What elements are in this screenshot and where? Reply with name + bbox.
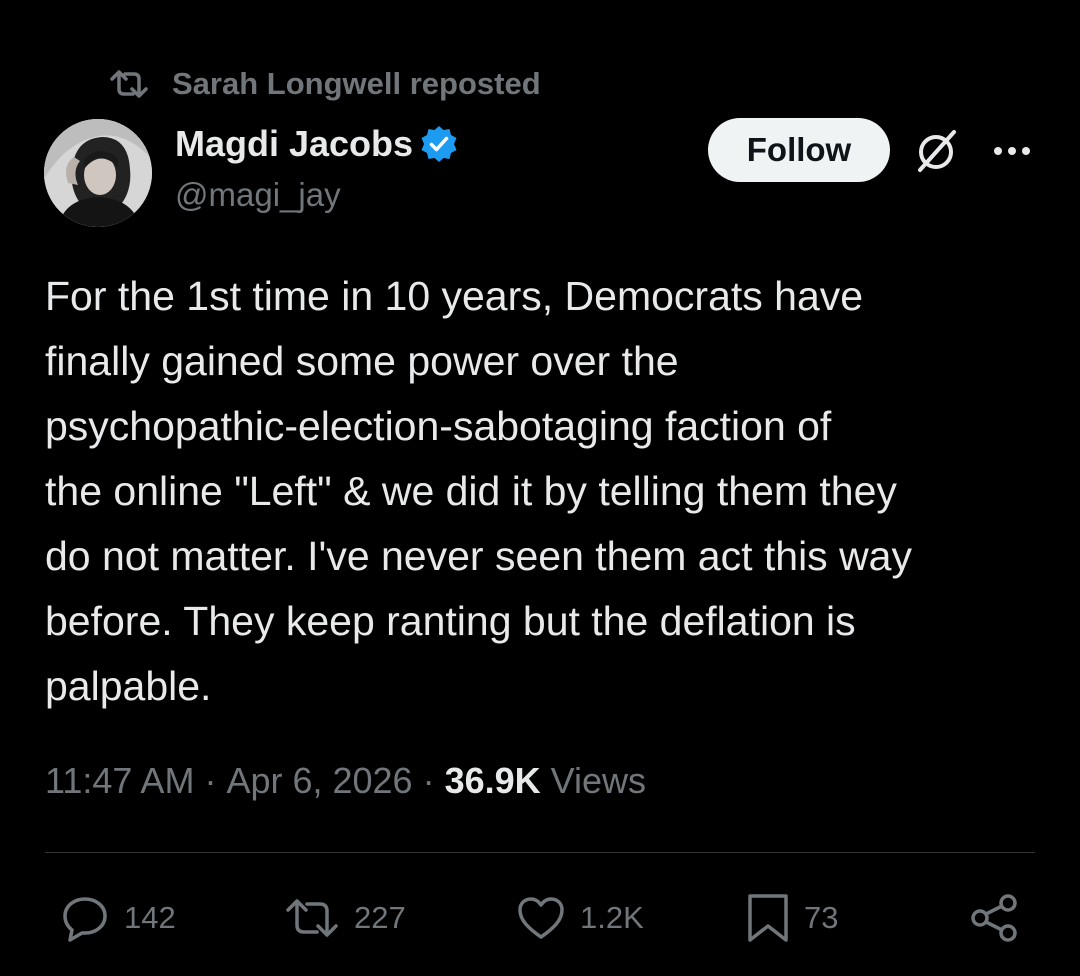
author-name-row[interactable]: Magdi Jacobs: [175, 120, 459, 168]
bookmark-count: 73: [804, 900, 839, 935]
repost-button[interactable]: 227: [284, 890, 406, 946]
reply-icon: [63, 897, 107, 942]
divider: [45, 852, 1035, 853]
reply-count: 142: [124, 900, 176, 935]
meta-separator: ·: [194, 760, 227, 801]
reply-button[interactable]: 142: [60, 890, 176, 946]
views-count[interactable]: 36.9K: [445, 760, 541, 802]
share-icon: [971, 894, 1017, 942]
repost-icon: [286, 899, 338, 937]
meta-separator: ·: [412, 760, 445, 801]
avatar[interactable]: [44, 119, 152, 227]
views-label: Views: [540, 760, 647, 801]
like-button[interactable]: 1.2K: [516, 890, 644, 946]
tweet-date[interactable]: Apr 6, 2026: [226, 760, 412, 802]
grok-icon[interactable]: [912, 126, 962, 176]
bookmark-icon: [748, 894, 788, 942]
verified-badge-icon: [419, 124, 459, 164]
repost-icon: [110, 70, 148, 98]
tweet-time[interactable]: 11:47 AM: [45, 760, 194, 802]
share-button[interactable]: [968, 890, 1034, 946]
repost-indicator[interactable]: Sarah Longwell reposted: [108, 62, 541, 106]
user-handle[interactable]: @magi_jay: [175, 176, 341, 214]
like-count: 1.2K: [580, 900, 644, 935]
bookmark-button[interactable]: 73: [746, 890, 838, 946]
heart-icon: [518, 897, 564, 939]
repost-count: 227: [354, 900, 406, 935]
more-options-icon[interactable]: [990, 136, 1034, 166]
tweet-text: For the 1st time in 10 years, Democrats …: [45, 273, 912, 709]
follow-button[interactable]: Follow: [708, 118, 890, 182]
repost-text: Sarah Longwell reposted: [172, 66, 541, 101]
display-name[interactable]: Magdi Jacobs: [175, 123, 413, 165]
tweet-meta: 11:47 AM · Apr 6, 2026 · 36.9K Views: [45, 756, 646, 806]
